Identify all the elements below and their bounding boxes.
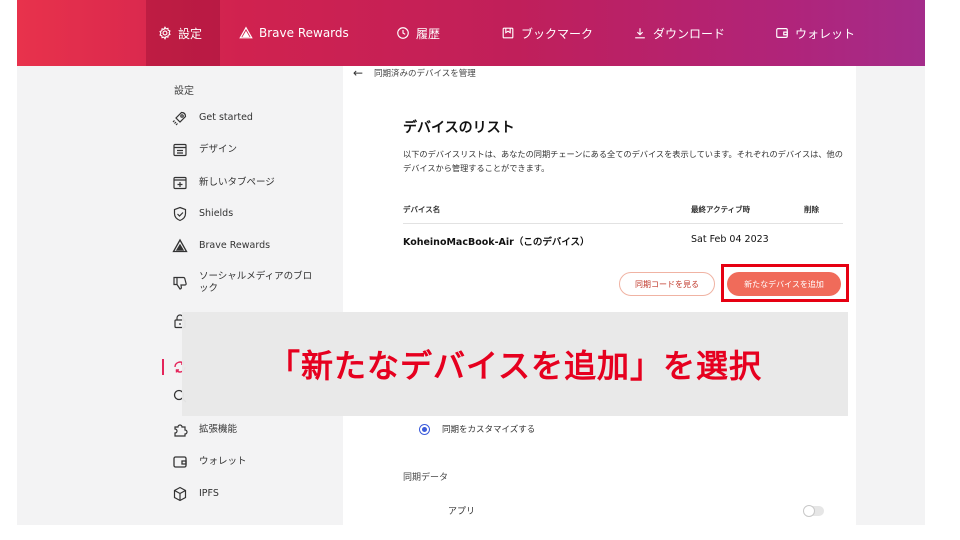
highlight-box [721, 264, 849, 302]
sidebar-item-new-tab[interactable]: 新しいタブページ [172, 172, 275, 194]
sidebar-heading: 設定 [174, 86, 194, 97]
tab-label: 設定 [178, 26, 203, 41]
tab-label: ダウンロード [653, 26, 726, 41]
view-sync-code-button[interactable]: 同期コードを見る [619, 272, 715, 296]
tab-label: ブックマーク [521, 26, 594, 41]
rocket-icon [172, 110, 188, 126]
device-list-title: デバイスのリスト [403, 120, 515, 136]
wallet-icon [775, 26, 789, 40]
wallet-icon [172, 454, 188, 470]
sidebar-item-label: 新しいタブページ [199, 177, 275, 188]
history-icon [396, 26, 410, 40]
shield-icon [172, 206, 188, 222]
tab-label: ウォレット [795, 26, 856, 41]
bookmark-icon [501, 26, 515, 40]
puzzle-icon [172, 422, 188, 438]
tab-brave-rewards[interactable]: Brave Rewards [239, 0, 349, 66]
sidebar-item-label: Brave Rewards [199, 240, 271, 251]
back-arrow-icon[interactable]: ← [353, 66, 363, 80]
triangle-icon [172, 238, 188, 254]
new-tab-icon [172, 175, 188, 191]
cube-icon [172, 486, 188, 502]
sidebar-item-label: ウォレット [199, 456, 247, 467]
sidebar-item-social-media-blocking[interactable]: ソーシャルメディアのブロック [172, 268, 319, 298]
settings-sidebar: 設定 Get started デザイン 新しいタブページ Shields Bra… [162, 66, 340, 525]
sidebar-item-label: Get started [199, 112, 253, 123]
column-header-device-name: デバイス名 [403, 205, 441, 214]
app-sync-toggle[interactable] [803, 505, 824, 517]
tab-settings[interactable]: 設定 [146, 0, 220, 66]
sidebar-item-get-started[interactable]: Get started [172, 107, 253, 129]
sidebar-item-label: ソーシャルメディアのブロック [199, 271, 313, 294]
sidebar-item-label: IPFS [199, 488, 219, 499]
column-header-delete: 削除 [804, 205, 819, 214]
device-name-cell: KoheinoMacBook-Air（このデバイス） [403, 237, 590, 248]
tab-wallet[interactable]: ウォレット [775, 0, 855, 66]
tab-history[interactable]: 履歴 [396, 0, 440, 66]
device-list-description: 以下のデバイスリストは、あなたの同期チェーンにある全てのデバイスを表示しています… [403, 149, 843, 173]
sidebar-item-design[interactable]: デザイン [172, 139, 237, 161]
app-sync-label: アプリ [448, 507, 476, 517]
column-header-last-active: 最終アクティブ時 [691, 205, 751, 214]
sidebar-item-wallet[interactable]: ウォレット [172, 451, 247, 473]
sidebar-item-brave-rewards[interactable]: Brave Rewards [172, 235, 270, 257]
download-icon [633, 26, 647, 40]
sync-data-heading: 同期データ [403, 473, 449, 483]
instruction-caption: 「新たなデバイスを追加」を選択 [182, 312, 848, 416]
customize-sync-option[interactable]: 同期をカスタマイズする [419, 423, 535, 435]
sidebar-item-extensions[interactable]: 拡張機能 [172, 419, 237, 441]
last-active-cell: Sat Feb 04 2023 [691, 234, 769, 245]
customize-sync-label: 同期をカスタマイズする [442, 425, 536, 435]
gear-icon [158, 26, 172, 40]
active-indicator [162, 359, 164, 375]
browser-tab-bar: 設定 Brave Rewards 履歴 ブックマーク ダウンロード ウォレット [17, 0, 925, 66]
sidebar-item-ipfs[interactable]: IPFS [172, 483, 219, 505]
layout-icon [172, 142, 188, 158]
caption-text: 「新たなデバイスを追加」を選択 [267, 347, 763, 385]
page-title: 同期済みのデバイスを管理 [374, 69, 476, 79]
sidebar-item-label: デザイン [199, 144, 238, 155]
sync-devices-panel: ← 同期済みのデバイスを管理 デバイスのリスト 以下のデバイスリストは、あなたの… [343, 66, 856, 525]
tab-bookmarks[interactable]: ブックマーク [501, 0, 593, 66]
tab-label: Brave Rewards [259, 26, 349, 40]
triangle-icon [239, 26, 253, 40]
tab-label: 履歴 [416, 26, 441, 41]
sidebar-item-label: Shields [199, 208, 234, 219]
sidebar-item-shields[interactable]: Shields [172, 203, 233, 225]
tab-downloads[interactable]: ダウンロード [633, 0, 725, 66]
thumbs-down-icon [172, 275, 188, 291]
sidebar-item-label: 拡張機能 [199, 424, 238, 435]
table-divider [403, 223, 843, 224]
radio-button[interactable] [419, 423, 430, 435]
